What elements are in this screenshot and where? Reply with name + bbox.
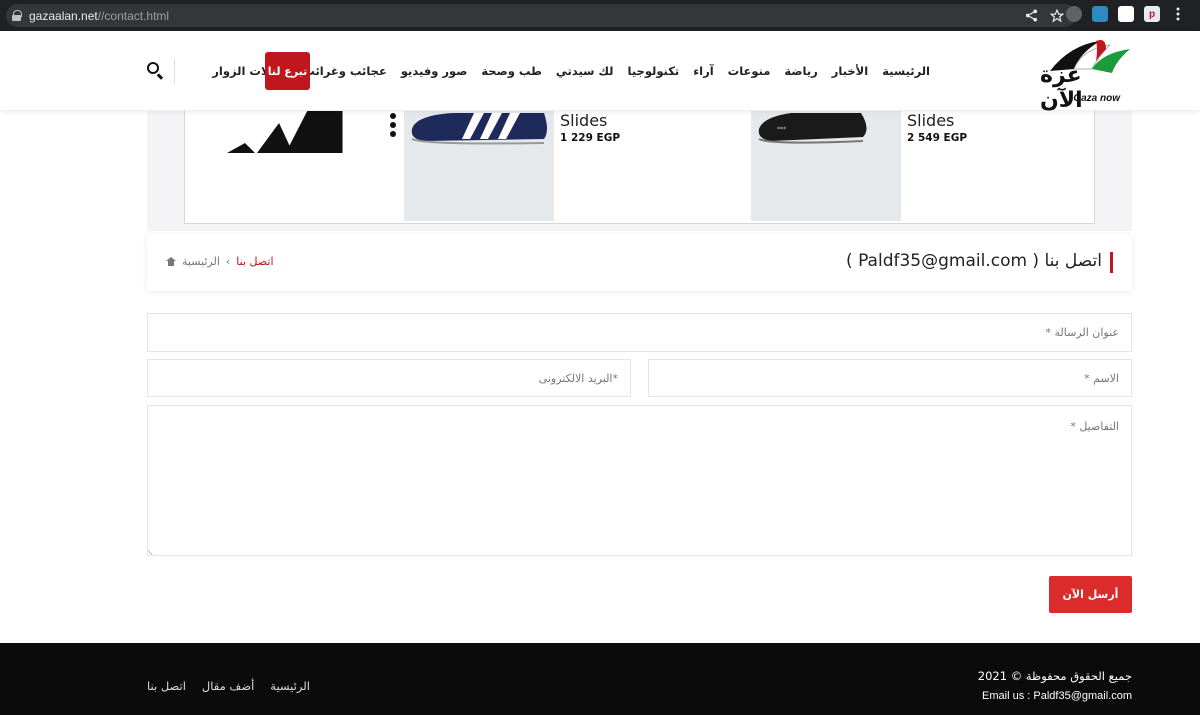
nav-item-news[interactable]: الأخبار: [832, 64, 868, 78]
nav-item-sports[interactable]: رياضة: [784, 64, 817, 78]
site-footer: جميع الحقوق محفوظة © 2021 Email us : Pal…: [0, 643, 1200, 715]
breadcrumb-home[interactable]: الرئيسية: [182, 255, 220, 268]
main-nav: الرئيسية الأخبار رياضة منوعات آراء تكنول…: [212, 64, 930, 78]
address-bar[interactable]: gazaalan.net//contact.html: [6, 4, 1076, 27]
extension-white-icon[interactable]: [1118, 6, 1134, 22]
product-image[interactable]: [404, 111, 554, 221]
url-path: //contact.html: [97, 8, 170, 23]
details-placeholder: التفاصيل *: [1070, 420, 1119, 433]
url-host: gazaalan.net: [29, 8, 98, 23]
footer-link-home[interactable]: الرئيسية: [270, 679, 310, 693]
copyright-text: جميع الحقوق محفوظة © 2021: [977, 669, 1132, 683]
lock-icon[interactable]: [12, 10, 22, 21]
menu-dots-icon[interactable]: [1170, 6, 1186, 22]
page-title: اتصل بنا ( Paldf35@gmail.com ): [846, 251, 1102, 271]
page-title-bar: اتصل بنا ( Paldf35@gmail.com ) الرئيسية …: [147, 234, 1132, 291]
site-logo[interactable]: غزة الآن Gaza now: [1040, 39, 1132, 113]
footer-link-contact[interactable]: اتصل بنا: [147, 679, 186, 693]
subject-placeholder: عنوان الرسالة *: [1045, 326, 1120, 339]
extension-counter-icon[interactable]: [1066, 6, 1082, 22]
name-placeholder: الاسم *: [1084, 371, 1119, 385]
email-input[interactable]: *البريد الالكترونى: [147, 359, 631, 397]
nav-item-wonders[interactable]: عجائب وغرائب: [303, 64, 387, 78]
search-icon: [147, 62, 159, 74]
black-slide-icon: ***: [758, 113, 867, 144]
adidas-logo-icon: [227, 111, 343, 153]
extensions: p: [1066, 6, 1186, 22]
product-name[interactable]: Slides: [907, 111, 954, 130]
resize-handle-icon[interactable]: [147, 546, 157, 556]
nav-item-misc[interactable]: منوعات: [728, 64, 771, 78]
product-name[interactable]: Slides: [560, 111, 607, 130]
logo-arabic-text: غزة الآن: [1040, 63, 1083, 113]
extension-blue-icon[interactable]: [1092, 6, 1108, 22]
address-actions: [1025, 4, 1064, 27]
ad-more-icon[interactable]: [390, 113, 396, 140]
ad-banner[interactable]: Slides 1 229 EGP *** Slides 2 549 EGP: [184, 111, 1095, 224]
footer-link-add-article[interactable]: أضف مقال: [202, 679, 254, 693]
browser-toolbar: gazaalan.net//contact.html p: [0, 0, 1200, 31]
email-placeholder: *البريد الالكترونى: [538, 371, 618, 385]
site-header: غزة الآن Gaza now الرئيسية الأخبار رياضة…: [0, 31, 1200, 113]
breadcrumb: الرئيسية › اتصل بنا: [166, 255, 274, 268]
extension-red-icon[interactable]: p: [1144, 6, 1160, 22]
search-button[interactable]: [145, 59, 175, 83]
product-price: 2 549 EGP: [907, 132, 968, 144]
donate-button[interactable]: تبرع لنا: [265, 52, 310, 90]
share-icon[interactable]: [1025, 9, 1038, 22]
name-input[interactable]: الاسم *: [648, 359, 1132, 397]
home-icon[interactable]: [166, 257, 176, 266]
product-image[interactable]: ***: [751, 111, 901, 221]
chevron-left-icon: ›: [225, 255, 231, 268]
nav-item-home[interactable]: الرئيسية: [882, 64, 930, 78]
send-button[interactable]: أرسل الآن: [1049, 576, 1132, 613]
details-textarea[interactable]: التفاصيل *: [147, 405, 1132, 556]
nav-item-technology[interactable]: تكنولوجيا: [628, 64, 680, 78]
star-bookmark-icon[interactable]: [1050, 8, 1064, 23]
footer-links: الرئيسية أضف مقال اتصل بنا: [147, 679, 310, 693]
product-price: 1 229 EGP: [560, 132, 621, 144]
logo-english-text: Gaza now: [1073, 93, 1120, 104]
footer-email: Email us : Paldf35@gmail.com: [982, 690, 1132, 702]
title-accent-bar: [1110, 252, 1113, 273]
subject-input[interactable]: عنوان الرسالة *: [147, 313, 1132, 352]
svg-text:***: ***: [777, 126, 786, 133]
blue-slide-icon: [411, 113, 547, 145]
breadcrumb-current: اتصل بنا: [236, 255, 274, 268]
nav-item-women[interactable]: لك سيدتي: [556, 64, 614, 78]
nav-item-media[interactable]: صور وفيديو: [401, 64, 468, 78]
nav-item-health[interactable]: طب وصحة: [481, 64, 542, 78]
nav-item-opinions[interactable]: آراء: [693, 64, 713, 78]
